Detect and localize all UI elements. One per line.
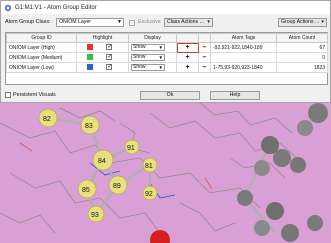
highlight-checkbox[interactable] — [106, 54, 112, 61]
group-id-cell[interactable]: ONIOM Layer (Low) — [6, 62, 77, 73]
chevron-down-icon: ▼ — [158, 65, 163, 70]
highlight-cell — [76, 62, 129, 73]
atom-label: 83 — [85, 123, 93, 130]
atom-group-class-value: ONIOM Layer — [59, 19, 91, 25]
atom-label: 92 — [145, 191, 153, 198]
remove-atoms-button[interactable]: – — [198, 42, 211, 53]
display-select[interactable]: Show ▼ — [131, 44, 165, 51]
oxygen-atom — [150, 230, 170, 243]
highlight-cell — [76, 42, 129, 53]
atom-tags-cell[interactable] — [210, 52, 277, 63]
display-value: Show — [133, 54, 146, 60]
column-header-remove — [198, 33, 211, 43]
table-row[interactable]: ONIOM Layer (High) Show ▼ + – -92,921-922… — [6, 42, 328, 53]
chevron-down-icon: ▾ — [321, 19, 324, 25]
atom-label: 81 — [145, 163, 153, 170]
group-actions-label: Group Actions ... — [281, 19, 320, 25]
column-header-group-id: Group ID — [6, 33, 77, 43]
atom-label: 82 — [43, 116, 51, 123]
group-id-cell[interactable]: ONIOM Layer (Medium) — [6, 52, 77, 63]
ball-bonds — [47, 116, 276, 234]
table-row[interactable]: ONIOM Layer (Low) Show ▼ + – 1-75,93-920,… — [6, 62, 328, 73]
app-icon — [4, 4, 12, 11]
class-actions-label: Class Actions ... — [167, 19, 204, 25]
group-id-cell[interactable]: ONIOM Layer (High) — [6, 42, 77, 53]
atom-label: 91 — [127, 145, 135, 152]
help-button[interactable]: Help — [210, 91, 260, 100]
display-cell: Show ▼ — [128, 62, 177, 73]
atom-label: 85 — [82, 187, 90, 194]
remove-atoms-button[interactable]: – — [198, 62, 211, 73]
atom-group-editor-window: G1:M1:V1 - Atom Group Editor Atom Group … — [0, 0, 331, 103]
highlight-color-swatch[interactable] — [87, 54, 93, 61]
atom-count-cell: 1823 — [276, 62, 328, 73]
highlight-color-swatch[interactable] — [87, 64, 93, 71]
atom-tags-cell[interactable]: 1-75,93-920,923-1840 — [210, 62, 277, 73]
class-actions-button[interactable]: Class Actions ... ▾ — [164, 18, 213, 27]
title-bar: G1:M1:V1 - Atom Group Editor — [1, 1, 330, 14]
chevron-down-icon: ▼ — [117, 19, 122, 25]
display-value: Show — [133, 44, 146, 50]
display-value: Show — [133, 64, 146, 70]
group-actions-button[interactable]: Group Actions ... ▾ — [278, 18, 327, 27]
atom-label: 89 — [113, 183, 121, 190]
add-atoms-button[interactable]: + — [176, 62, 199, 73]
persistent-visuals-label: Persistent Visuals — [13, 92, 56, 98]
highlight-cell — [76, 52, 129, 63]
display-select[interactable]: Show ▼ — [131, 54, 165, 61]
chevron-down-icon: ▼ — [158, 45, 163, 50]
display-select[interactable]: Show ▼ — [131, 64, 165, 71]
atom-count-cell: 67 — [276, 42, 328, 53]
molecule-canvas[interactable]: 82 83 84 91 81 85 89 92 93 — [0, 103, 331, 243]
exclusive-checkbox[interactable] — [129, 20, 135, 26]
add-atoms-button[interactable]: + — [176, 42, 199, 53]
yellow-atoms — [38, 108, 158, 223]
highlight-checkbox[interactable] — [106, 44, 112, 51]
persistent-visuals-checkbox[interactable] — [5, 92, 11, 98]
column-header-atom-tags: Atom Tags — [210, 33, 277, 43]
atom-group-class-select[interactable]: ONIOM Layer ▼ — [56, 18, 124, 27]
table-row[interactable]: ONIOM Layer (Medium) Show ▼ + – 0 — [6, 52, 328, 63]
molecule-viewport[interactable]: 82 83 84 91 81 85 89 92 93 — [0, 103, 331, 243]
chevron-down-icon: ▾ — [207, 19, 210, 25]
column-header-add — [176, 33, 199, 43]
table-header-row: Group ID Highlight Display Atom Tags Ato… — [6, 33, 328, 43]
highlight-checkbox[interactable] — [106, 64, 112, 71]
atom-tags-cell[interactable]: -92,921-922,1840-189 — [210, 42, 277, 53]
window-title: G1:M1:V1 - Atom Group Editor — [15, 4, 97, 11]
remove-atoms-button[interactable]: – — [198, 52, 211, 63]
column-header-highlight: Highlight — [76, 33, 129, 43]
add-atoms-button[interactable]: + — [176, 52, 199, 63]
ok-button[interactable]: Ok — [140, 91, 200, 100]
chevron-down-icon: ▼ — [158, 55, 163, 60]
display-cell: Show ▼ — [128, 52, 177, 63]
atom-label: 93 — [91, 212, 99, 219]
dialog-footer: Persistent Visuals Ok Help — [5, 91, 327, 101]
atom-label: 84 — [98, 158, 106, 165]
class-toolbar: Atom Group Class: ONIOM Layer ▼ Exclusiv… — [5, 18, 327, 28]
atom-group-class-label: Atom Group Class: — [5, 19, 51, 25]
column-header-display: Display — [128, 33, 177, 43]
grey-atoms — [237, 103, 328, 242]
display-cell: Show ▼ — [128, 42, 177, 53]
column-header-atom-count: Atom Count — [276, 33, 328, 43]
highlight-color-swatch[interactable] — [87, 44, 93, 51]
exclusive-label: Exclusive — [138, 19, 161, 25]
atom-count-cell: 0 — [276, 52, 328, 63]
atom-group-table: Group ID Highlight Display Atom Tags Ato… — [5, 32, 328, 85]
